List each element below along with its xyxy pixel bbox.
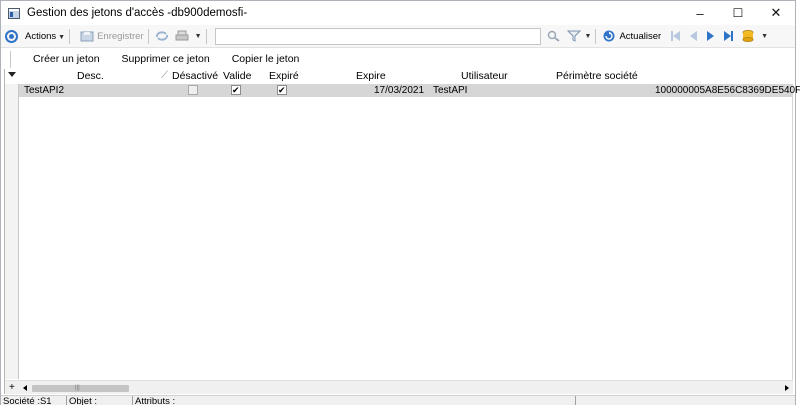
toolbar-separator: [147, 28, 149, 44]
save-button[interactable]: Enregistrer: [97, 31, 143, 42]
action-bar: Créer un jeton Supprimer ce jeton Copier…: [1, 49, 795, 69]
valid-checkbox[interactable]: [231, 84, 241, 96]
filter-icon[interactable]: [566, 30, 581, 42]
actions-menu-button[interactable]: Actions ▼: [25, 31, 65, 42]
create-token-button[interactable]: Créer un jeton: [33, 53, 100, 65]
table-row[interactable]: TestAPI2 17/03/2021 TestAPI 100000005A8E…: [19, 84, 800, 97]
filter-dropdown-icon[interactable]: ▼: [585, 33, 592, 40]
expired-checkbox[interactable]: [277, 84, 287, 96]
first-record-icon[interactable]: [671, 31, 681, 41]
toolbar-separator: [205, 28, 207, 44]
save-icon: [80, 31, 94, 42]
tokens-grid: Desc. ⟋ Désactivé Valide Expiré Expire U…: [4, 69, 800, 394]
row-indicator-column: [5, 69, 19, 379]
sync-icon[interactable]: [155, 30, 169, 42]
actions-menu-label: Actions: [25, 30, 57, 42]
window-controls: – ☐ ✕: [681, 1, 795, 25]
refresh-icon: [603, 30, 615, 42]
status-company: Société :S1: [1, 396, 67, 405]
refresh-button[interactable]: Actualiser: [619, 31, 661, 42]
maximize-button[interactable]: ☐: [719, 1, 757, 25]
cell-expires: 17/03/2021: [374, 85, 425, 96]
disabled-checkbox[interactable]: [188, 85, 198, 95]
minimize-button[interactable]: –: [681, 1, 719, 25]
delete-token-button[interactable]: Supprimer ce jeton: [122, 53, 210, 65]
status-bar: Société :S1 Objet : Attributs :: [1, 395, 795, 405]
app-window-icon: [8, 7, 20, 19]
scroll-right-icon[interactable]: [785, 385, 789, 391]
next-record-icon[interactable]: [707, 31, 715, 41]
scrollbar-grip-icon: |||: [75, 385, 80, 391]
status-extra: [576, 396, 783, 405]
column-header-expires[interactable]: Expire: [356, 70, 386, 82]
app-window: Gestion des jetons d'accès -db900demosfi…: [0, 0, 800, 405]
search-input[interactable]: [214, 27, 541, 45]
cell-user: TestAPI: [433, 85, 468, 96]
cell-desc: TestAPI2: [24, 85, 65, 96]
print-icon[interactable]: [175, 30, 189, 42]
sort-indicator-icon: ⟋: [161, 70, 168, 81]
toolbar-separator: [69, 28, 71, 44]
grid-header: Desc. ⟋ Désactivé Valide Expiré Expire U…: [5, 69, 793, 84]
scroll-left-icon[interactable]: [23, 385, 27, 391]
status-object: Objet :: [67, 396, 133, 405]
toolbar: Actions ▼ Enregistrer ▼ ▼ Actualiser ▼: [1, 25, 795, 48]
column-chooser-icon[interactable]: [8, 72, 16, 77]
copy-token-button[interactable]: Copier le jeton: [232, 53, 300, 65]
database-icon[interactable]: [741, 30, 755, 42]
previous-record-icon[interactable]: [690, 31, 698, 41]
column-header-desc[interactable]: Desc.: [77, 70, 104, 82]
cell-scope: 100000005A8E56C8369DE540F7: [655, 85, 800, 96]
column-header-user[interactable]: Utilisateur: [461, 70, 508, 82]
action-bar-separator: [10, 50, 11, 68]
column-header-valid[interactable]: Valide: [223, 70, 251, 82]
chevron-down-icon: ▼: [58, 33, 66, 41]
print-dropdown-icon[interactable]: ▼: [195, 33, 202, 40]
column-header-expired[interactable]: Expiré: [269, 70, 299, 82]
toolbar-separator: [595, 28, 597, 44]
last-record-icon[interactable]: [724, 31, 734, 41]
window-title: Gestion des jetons d'accès -db900demosfi…: [27, 7, 248, 19]
database-dropdown-icon[interactable]: ▼: [761, 33, 768, 40]
status-attributes: Attributs :: [133, 396, 576, 405]
horizontal-scrollbar[interactable]: + |||: [5, 380, 793, 394]
scrollbar-thumb[interactable]: [32, 385, 129, 392]
column-header-scope[interactable]: Périmètre société: [556, 70, 638, 82]
title-bar: Gestion des jetons d'accès -db900demosfi…: [1, 1, 795, 25]
navigation-circle-icon[interactable]: [5, 29, 18, 43]
column-header-disabled[interactable]: Désactivé: [172, 70, 218, 82]
expand-icon[interactable]: +: [9, 381, 15, 395]
search-icon[interactable]: [547, 30, 561, 42]
close-button[interactable]: ✕: [757, 1, 795, 25]
